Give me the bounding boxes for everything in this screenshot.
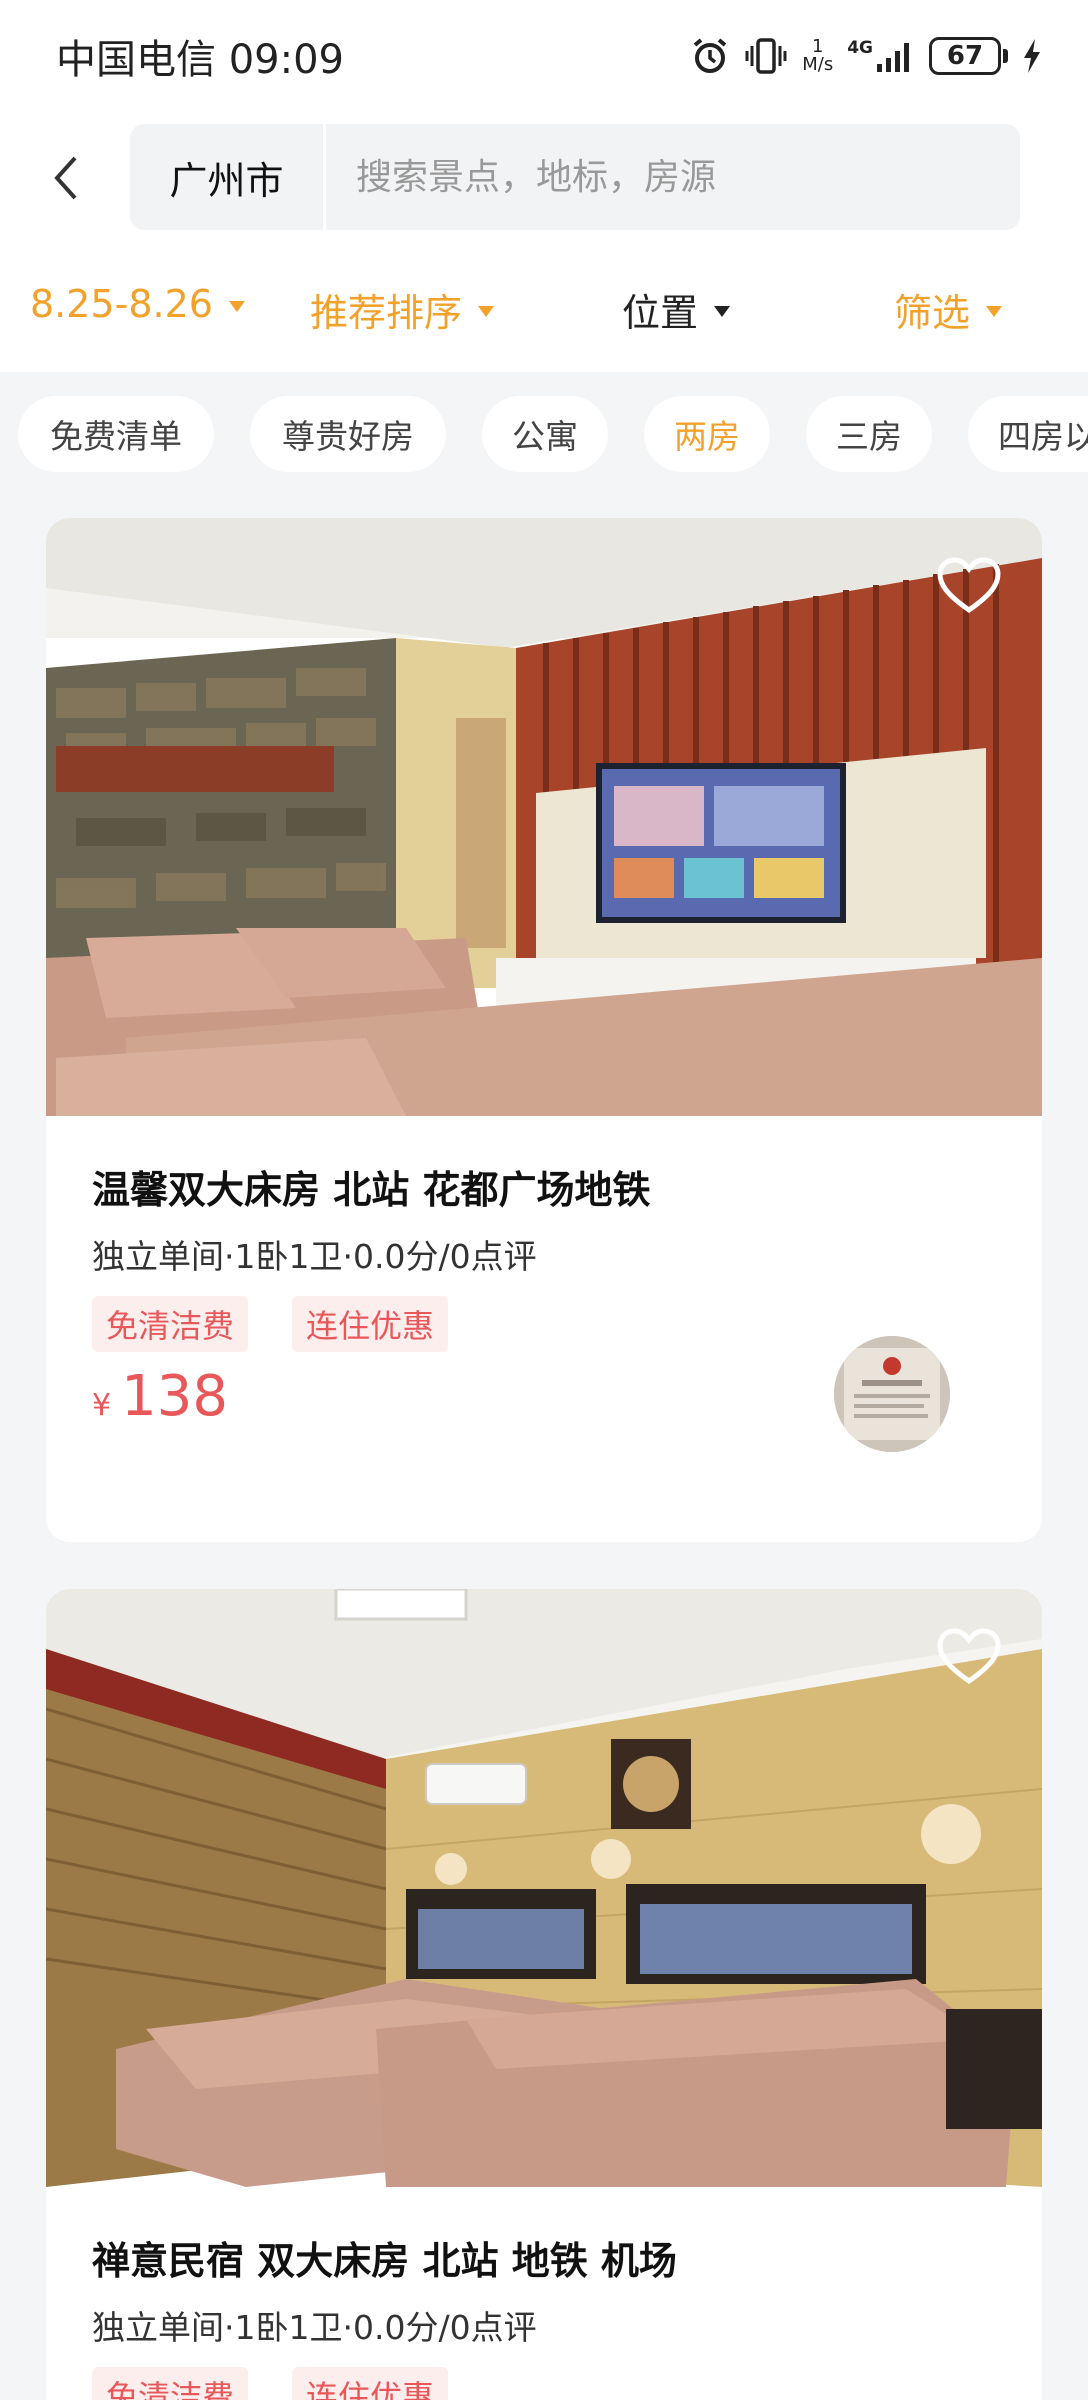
caret-down-icon [228,300,245,312]
listing-title: 温馨双大床房 北站 花都广场地铁 [92,1168,651,1212]
price-currency: ¥ [92,1388,112,1423]
quick-tags-row: 免费清单 尊贵好房 公寓 两房 三房 四房以 [0,372,1088,500]
listing-info: 禅意民宿 双大床房 北站 地铁 机场 独立单间·1卧1卫·0.0分/0点评 免清… [46,2187,1042,2400]
tag-long-stay-discount: 连住优惠 [292,1296,449,1352]
location-filter-label: 位置 [622,291,699,335]
chip-apartment[interactable]: 公寓 [482,396,608,472]
listing-meta: 独立单间·1卧1卫·0.0分/0点评 [92,1237,537,1276]
listing-photo[interactable] [46,1589,1042,2187]
date-filter[interactable]: 8.25-8.26 [30,282,245,326]
network-type: 4G [847,38,873,58]
vibrate-icon [744,36,788,76]
listing-info: 温馨双大床房 北站 花都广场地铁 独立单间·1卧1卫·0.0分/0点评 免清洁费… [46,1116,1042,1452]
chevron-left-icon [54,156,77,200]
sort-filter-label: 推荐排序 [310,291,463,335]
heart-icon[interactable] [936,556,1002,616]
listing-card[interactable]: 温馨双大床房 北站 花都广场地铁 独立单间·1卧1卫·0.0分/0点评 免清洁费… [46,518,1042,1542]
battery-level: 67 [929,37,1001,75]
alarm-icon [690,36,730,76]
listing-meta: 独立单间·1卧1卫·0.0分/0点评 [92,2308,537,2347]
listing-tags: 免清洁费 连住优惠 [92,2367,996,2400]
caret-down-icon [714,306,731,317]
sort-filter[interactable]: 推荐排序 [310,282,495,337]
net-speed: 1 M/s [802,38,833,74]
price-amount: 138 [121,1364,228,1429]
listing-title: 禅意民宿 双大床房 北站 地铁 机场 [92,2239,677,2283]
listing-card[interactable]: 禅意民宿 双大床房 北站 地铁 机场 独立单间·1卧1卫·0.0分/0点评 免清… [46,1589,1042,2400]
heart-icon[interactable] [936,1627,1002,1687]
search-input[interactable] [326,124,1020,230]
chip-two-rooms[interactable]: 两房 [644,396,770,472]
chip-premium[interactable]: 尊贵好房 [250,396,446,472]
net-speed-unit: M/s [802,54,834,75]
status-bar: 中国电信 09:09 1 M/s 4G 67 [0,0,1088,112]
avatar[interactable] [834,1336,950,1452]
filter-bar: 8.25-8.26 推荐排序 位置 筛选 [0,242,1088,372]
more-filter-label: 筛选 [894,291,971,335]
caret-down-icon [478,306,495,317]
listing-tags: 免清洁费 连住优惠 [92,1296,996,1352]
battery-icon: 67 [929,37,1008,75]
tag-no-cleaning-fee: 免清洁费 [92,1296,249,1352]
tag-long-stay-discount: 连住优惠 [292,2367,449,2400]
charging-icon [1022,38,1042,74]
back-button[interactable] [40,148,92,208]
chip-free-list[interactable]: 免费清单 [18,396,214,472]
caret-down-icon [986,306,1003,317]
search-box: 广州市 [130,124,1020,230]
date-filter-label: 8.25-8.26 [30,282,213,326]
chip-three-rooms[interactable]: 三房 [806,396,932,472]
city-selector[interactable]: 广州市 [130,124,326,230]
status-icons: 1 M/s 4G 67 [690,36,1042,76]
signal-icon: 4G [847,38,915,74]
location-filter[interactable]: 位置 [622,282,731,337]
chip-four-rooms[interactable]: 四房以 [968,396,1088,472]
carrier-time: 中国电信 09:09 [56,37,344,83]
search-header: 广州市 [0,112,1088,242]
more-filter[interactable]: 筛选 [894,282,1003,337]
listing-photo[interactable] [46,518,1042,1116]
tag-no-cleaning-fee: 免清洁费 [92,2367,249,2400]
